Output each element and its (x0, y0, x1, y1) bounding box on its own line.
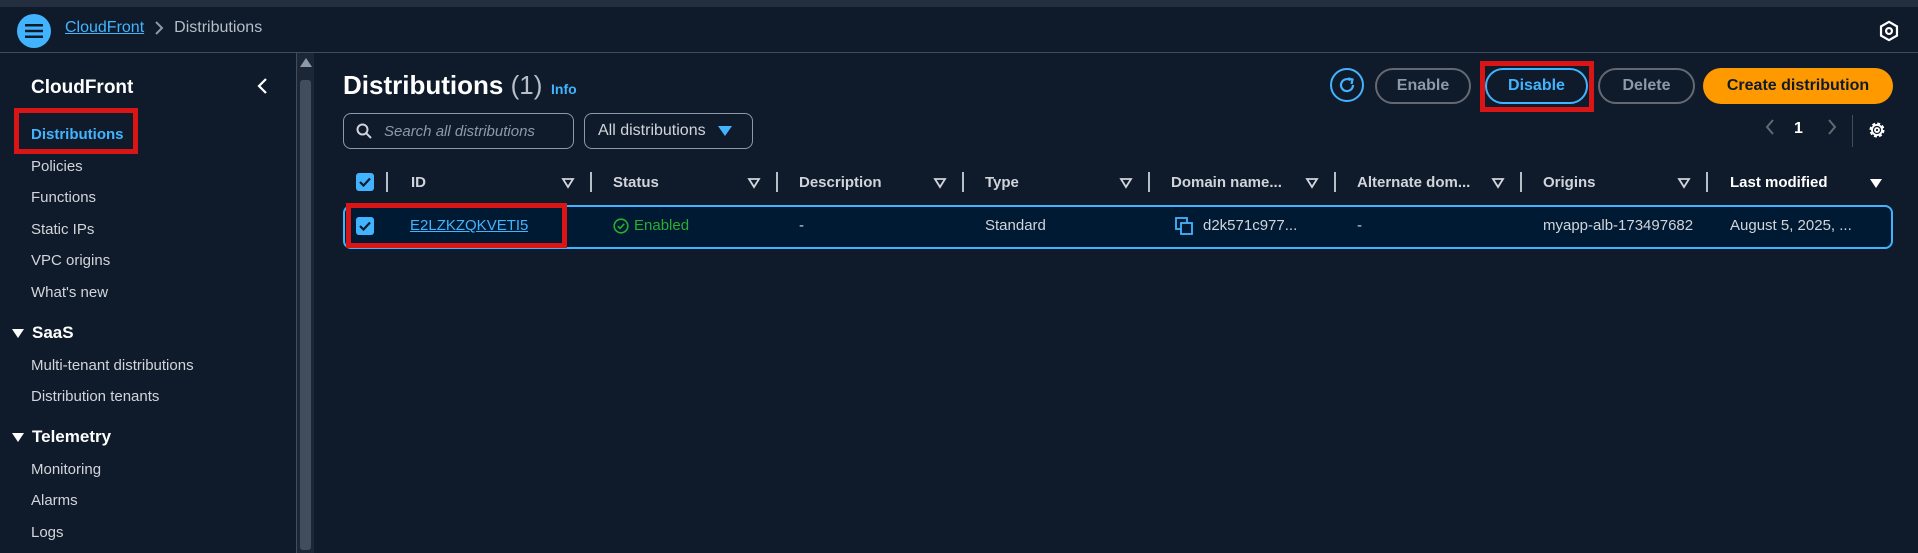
sidebar-item-multi-tenant-distributions[interactable]: Multi-tenant distributions (31, 357, 194, 374)
checkmark-icon (359, 221, 371, 231)
column-divider (962, 172, 964, 192)
chevron-right-icon (155, 21, 164, 35)
page-title-text: Distributions (343, 70, 504, 100)
table-preferences-gear-icon[interactable] (1866, 119, 1888, 141)
sidebar-section-title: Telemetry (32, 427, 112, 446)
gear-icon[interactable] (1878, 20, 1900, 42)
sort-icon[interactable] (561, 176, 575, 190)
scroll-up-arrow-icon[interactable] (300, 58, 312, 67)
origins-cell: myapp-alb-173497682 (1543, 217, 1694, 234)
status-cell: Enabled (613, 217, 689, 234)
sidebar-scrollbar-thumb[interactable] (300, 80, 311, 550)
create-distribution-button[interactable]: Create distribution (1703, 68, 1893, 104)
column-header-id[interactable]: ID (411, 174, 426, 191)
column-header-last-modified[interactable]: Last modified (1730, 174, 1828, 191)
info-link[interactable]: Info (551, 81, 577, 97)
checkmark-icon (359, 177, 371, 187)
caret-down-icon (12, 432, 24, 442)
current-page-number[interactable]: 1 (1794, 120, 1803, 138)
chevron-left-icon[interactable] (254, 77, 272, 95)
sidebar-item-distributions[interactable]: Distributions (31, 126, 124, 143)
page-title: Distributions (1) (343, 70, 542, 101)
sidebar-item-monitoring[interactable]: Monitoring (31, 461, 101, 478)
breadcrumb-cloudfront-link[interactable]: CloudFront (65, 19, 144, 37)
sidebar-item-distribution-tenants[interactable]: Distribution tenants (31, 388, 159, 405)
status-text: Enabled (634, 217, 690, 234)
select-all-checkbox[interactable] (356, 173, 374, 191)
sort-icon[interactable] (1491, 176, 1505, 190)
column-header-status[interactable]: Status (613, 174, 659, 191)
sort-descending-icon[interactable] (1869, 176, 1883, 190)
column-divider (1520, 172, 1522, 192)
column-divider (590, 172, 592, 192)
check-circle-icon (613, 217, 629, 234)
refresh-icon (1339, 77, 1355, 93)
sidebar-section-telemetry[interactable]: Telemetry (12, 427, 111, 447)
distribution-id-link[interactable]: E2LZKZQKVETI5 (410, 217, 528, 234)
breadcrumb: CloudFront Distributions (65, 19, 262, 37)
search-icon (356, 123, 372, 139)
sort-icon[interactable] (1305, 176, 1319, 190)
sidebar-item-static-ips[interactable]: Static IPs (31, 221, 94, 238)
sidebar-item-logs[interactable]: Logs (31, 524, 64, 541)
copy-icon[interactable] (1175, 217, 1193, 235)
previous-page-icon[interactable] (1764, 118, 1776, 136)
enable-button[interactable]: Enable (1375, 68, 1471, 104)
search-input[interactable] (382, 121, 566, 141)
search-field[interactable] (343, 113, 574, 149)
caret-down-icon (717, 126, 732, 136)
sidebar-item-whats-new[interactable]: What's new (31, 284, 108, 301)
description-cell: - (799, 217, 804, 234)
breadcrumb-current: Distributions (174, 19, 263, 36)
sidebar-item-policies[interactable]: Policies (31, 158, 83, 175)
column-divider (386, 172, 388, 192)
next-page-icon[interactable] (1826, 118, 1838, 136)
refresh-button[interactable] (1330, 68, 1364, 102)
sort-icon[interactable] (933, 176, 947, 190)
domain-name-cell: d2k571c977... (1203, 217, 1298, 234)
row-select-checkbox[interactable] (356, 217, 374, 235)
column-header-description[interactable]: Description (799, 174, 882, 191)
sidebar-section-saas[interactable]: SaaS (12, 323, 74, 343)
caret-down-icon (12, 328, 24, 338)
pagination-divider (1852, 115, 1853, 147)
sort-icon[interactable] (1119, 176, 1133, 190)
sidebar-item-alarms[interactable]: Alarms (31, 492, 78, 509)
column-header-alternate-domain[interactable]: Alternate dom... (1357, 174, 1470, 191)
sidebar-title: CloudFront (31, 77, 134, 98)
column-divider (1334, 172, 1336, 192)
column-divider (1148, 172, 1150, 192)
alternate-domain-cell: - (1357, 217, 1362, 234)
column-header-origins[interactable]: Origins (1543, 174, 1596, 191)
top-navigation-bar: CloudFront Distributions (0, 0, 1918, 53)
side-navigation: CloudFront Distributions Policies Functi… (0, 53, 297, 553)
sidebar-section-title: SaaS (32, 323, 74, 342)
delete-button[interactable]: Delete (1598, 68, 1695, 104)
hamburger-icon (25, 24, 43, 38)
hamburger-menu-button[interactable] (17, 14, 51, 48)
column-divider (1706, 172, 1708, 192)
sidebar-item-vpc-origins[interactable]: VPC origins (31, 252, 110, 269)
disable-button[interactable]: Disable (1485, 68, 1588, 104)
sort-icon[interactable] (1677, 176, 1691, 190)
type-cell: Standard (985, 217, 1046, 234)
column-divider (776, 172, 778, 192)
column-header-type[interactable]: Type (985, 174, 1019, 191)
sidebar-item-functions[interactable]: Functions (31, 189, 96, 206)
last-modified-cell: August 5, 2025, ... (1730, 217, 1852, 234)
distribution-count: (1) (510, 70, 543, 100)
filter-selected-value: All distributions (598, 122, 706, 139)
sort-icon[interactable] (747, 176, 761, 190)
distribution-filter-select[interactable]: All distributions (584, 113, 753, 149)
column-header-domain-name[interactable]: Domain name... (1171, 174, 1282, 191)
